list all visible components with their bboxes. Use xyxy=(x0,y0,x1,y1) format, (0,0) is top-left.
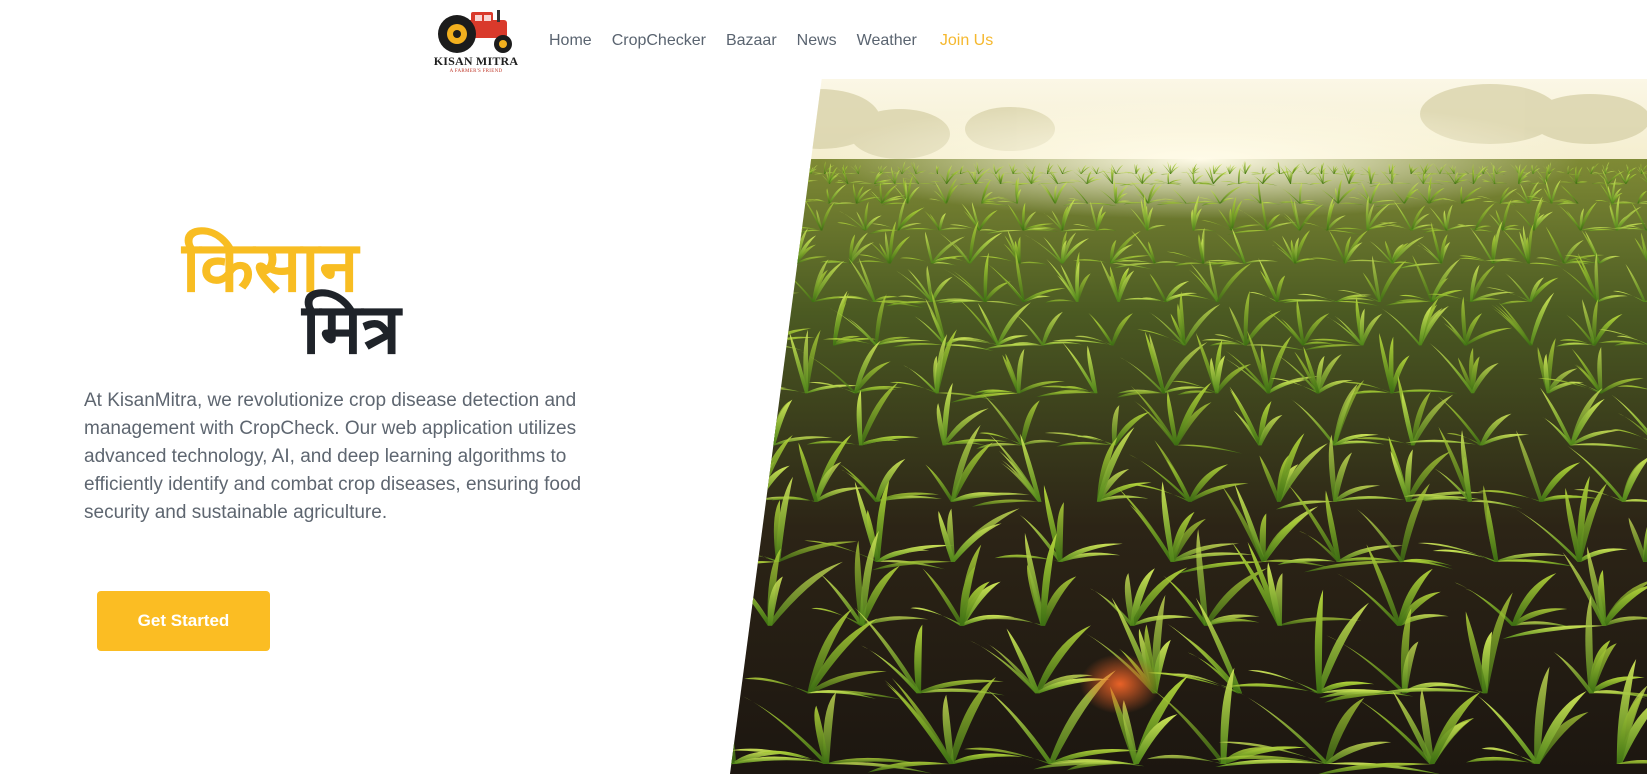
brand-tagline: A FARMER'S FRIEND xyxy=(449,69,503,74)
nav-join-us[interactable]: Join Us xyxy=(940,32,993,50)
brand-name: KISAN MITRA xyxy=(433,54,519,68)
hero-description: At KisanMitra, we revolutionize crop dis… xyxy=(84,390,582,523)
nav-home[interactable]: Home xyxy=(549,32,592,50)
navbar: KISAN MITRA A FARMER'S FRIEND Home CropC… xyxy=(0,0,1647,84)
brand-logo[interactable]: KISAN MITRA A FARMER'S FRIEND xyxy=(431,8,521,76)
nav-bazaar[interactable]: Bazaar xyxy=(726,32,777,50)
nav-weather[interactable]: Weather xyxy=(857,32,917,50)
nav-cropchecker[interactable]: CropChecker xyxy=(612,32,706,50)
get-started-button[interactable]: Get Started xyxy=(97,591,270,651)
tractor-icon xyxy=(438,10,512,53)
nav-links: Home CropChecker Bazaar News Weather Joi… xyxy=(549,32,993,50)
corn-field-image xyxy=(730,79,1647,774)
hero-title-mitra: मित्र xyxy=(302,288,401,370)
landing-page: KISAN MITRA A FARMER'S FRIEND Home CropC… xyxy=(0,0,1647,774)
nav-news[interactable]: News xyxy=(797,32,837,50)
